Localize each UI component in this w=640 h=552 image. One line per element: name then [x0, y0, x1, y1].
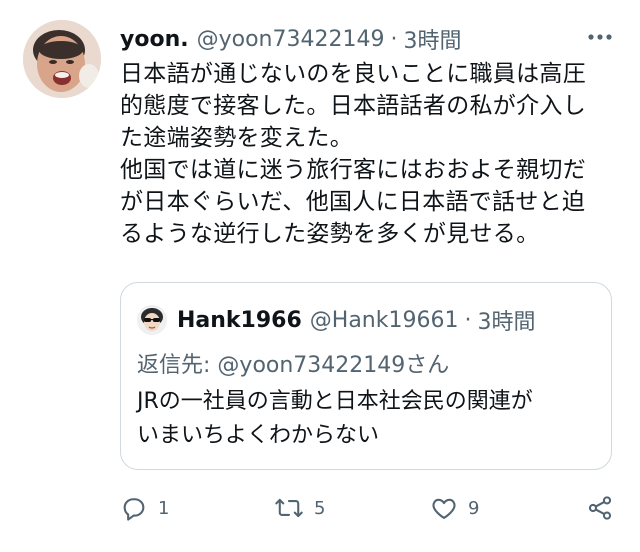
retweet-count: 5 [314, 497, 326, 519]
reply-icon [123, 498, 145, 521]
quoted-author-handle[interactable]: @Hank19661 [310, 308, 459, 333]
retweet-button[interactable]: 5 [274, 490, 325, 526]
quoted-author-display-name[interactable]: Hank1966 [177, 308, 302, 333]
tweet-body-line: 的態度で接客した。日本語話者の私が介入し [120, 93, 586, 119]
quoted-tweet-body-line: JRの一社員の言動と日本社会民の関連が [137, 389, 533, 414]
quoted-author-avatar-image [137, 305, 167, 335]
quoted-author-avatar[interactable] [137, 305, 167, 335]
like-button[interactable]: 9 [430, 490, 479, 526]
tweet-body-line: るような逆行した姿勢を多くが見せる。 [120, 221, 540, 247]
tweet-header: yoon. @yoon73422149 · 3時間 [120, 22, 461, 56]
separator-dot: · [390, 26, 398, 52]
quoted-tweet-body: JRの一社員の言動と日本社会民の関連が いまいちよくわからない [137, 385, 597, 453]
retweet-icon [275, 498, 303, 518]
reply-button[interactable]: 1 [120, 490, 169, 526]
reply-count: 1 [158, 497, 170, 519]
tweet-card[interactable]: yoon. @yoon73422149 · 3時間 日本語が通じないのを良いこと… [0, 0, 640, 552]
quoted-tweet-header: Hank1966 @Hank19661 · 3時間 [137, 303, 535, 337]
tweet-body-line: た途端姿勢を変えた。 [120, 125, 353, 151]
tweet-timestamp[interactable]: 3時間 [403, 23, 461, 55]
share-icon [588, 496, 612, 520]
reply-to-line: 返信先: @yoon73422149さん [137, 347, 449, 379]
tweet-body-line: 日本語が通じないのを良いことに職員は高圧 [120, 61, 586, 87]
more-options-button[interactable] [582, 22, 618, 52]
separator-dot: · [464, 307, 472, 333]
share-button[interactable] [586, 490, 614, 526]
heart-icon [432, 498, 456, 519]
tweet-body: 日本語が通じないのを良いことに職員は高圧 的態度で接客した。日本語話者の私が介入… [120, 58, 625, 250]
author-avatar-image [23, 20, 101, 98]
tweet-actions: 1 5 9 [120, 490, 620, 526]
author-handle[interactable]: @yoon73422149 [197, 27, 385, 52]
quoted-tweet-body-line: いまいちよくわからない [137, 423, 380, 448]
author-avatar[interactable] [23, 20, 101, 98]
like-count: 9 [468, 497, 480, 519]
tweet-body-line: が日本ぐらいだ、他国人に日本語で話せと迫 [120, 189, 586, 215]
reply-to-label: 返信先: [137, 353, 211, 378]
more-dots-icon [588, 34, 612, 40]
quoted-tweet[interactable]: Hank1966 @Hank19661 · 3時間 返信先: @yoon7342… [120, 282, 612, 470]
author-display-name[interactable]: yoon. [120, 27, 189, 52]
reply-to-mention[interactable]: @yoon73422149さん [217, 353, 449, 378]
tweet-body-line: 他国では道に迷う旅行客にはおおよそ親切だ [120, 157, 586, 183]
quoted-tweet-timestamp[interactable]: 3時間 [477, 304, 535, 336]
